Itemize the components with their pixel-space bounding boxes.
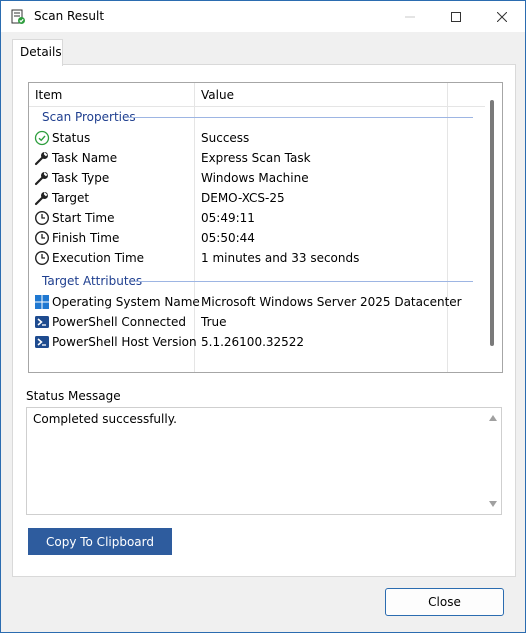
- group-divider: [134, 281, 473, 282]
- wrench-icon: [34, 150, 50, 166]
- item-value: 5.1.26100.32522: [201, 335, 305, 349]
- close-button[interactable]: Close: [385, 588, 504, 616]
- item-name: PowerShell Host Version: [52, 335, 197, 349]
- item-value: 1 minutes and 33 seconds: [201, 251, 360, 265]
- scan-result-window: Scan Result Details Item Value Scan Prop…: [0, 0, 526, 633]
- status-message-box[interactable]: Completed successfully.: [26, 407, 502, 515]
- maximize-button[interactable]: [433, 1, 479, 32]
- minimize-icon: [405, 16, 415, 17]
- item-name: Execution Time: [52, 251, 145, 265]
- column-header-item[interactable]: Item: [35, 88, 62, 102]
- clock-icon: [34, 210, 50, 226]
- item-value: Microsoft Windows Server 2025 Datacenter: [201, 295, 462, 309]
- tab-details[interactable]: Details: [12, 39, 63, 66]
- scan-report-icon: [10, 9, 26, 25]
- window-title: Scan Result: [34, 9, 105, 23]
- group-header-target-attributes: Target Attributes: [42, 274, 143, 288]
- copy-to-clipboard-button[interactable]: Copy To Clipboard: [28, 528, 172, 555]
- scroll-up-icon[interactable]: [489, 415, 497, 421]
- item-name: Operating System Name: [52, 295, 200, 309]
- item-value: True: [201, 315, 227, 329]
- item-name: Task Type: [52, 171, 110, 185]
- item-name: Finish Time: [52, 231, 120, 245]
- title-bar[interactable]: Scan Result: [1, 1, 525, 32]
- column-divider[interactable]: [447, 83, 448, 372]
- list-scroll-thumb[interactable]: [490, 100, 494, 346]
- column-divider[interactable]: [194, 83, 195, 372]
- powershell-icon: [34, 334, 50, 350]
- status-message-label: Status Message: [26, 389, 121, 403]
- clock-icon: [34, 230, 50, 246]
- group-header-scan-properties: Scan Properties: [42, 110, 136, 124]
- status-scrollbar[interactable]: [484, 408, 501, 514]
- list-scrollbar[interactable]: [485, 83, 502, 372]
- wrench-icon: [34, 170, 50, 186]
- item-value: 05:49:11: [201, 211, 255, 225]
- wrench-icon: [34, 190, 50, 206]
- item-name: Task Name: [52, 151, 118, 165]
- close-window-button[interactable]: [479, 1, 525, 32]
- group-divider: [127, 117, 473, 118]
- windows-logo-icon: [34, 294, 50, 310]
- properties-list[interactable]: Item Value Scan Properties Status Succes…: [28, 82, 503, 373]
- status-message-text: Completed successfully.: [33, 412, 177, 426]
- item-name: PowerShell Connected: [52, 315, 186, 329]
- item-value: DEMO-XCS-25: [201, 191, 285, 205]
- item-name: Status: [52, 131, 91, 145]
- item-value: Express Scan Task: [201, 151, 311, 165]
- item-value: Success: [201, 131, 250, 145]
- scroll-down-icon[interactable]: [489, 501, 497, 507]
- item-name: Start Time: [52, 211, 115, 225]
- list-header: Item Value: [29, 83, 485, 107]
- tab-details-label: Details: [20, 45, 62, 59]
- column-header-value[interactable]: Value: [201, 88, 234, 102]
- success-check-icon: [34, 130, 50, 146]
- minimize-button[interactable]: [387, 1, 433, 32]
- item-value: 05:50:44: [201, 231, 255, 245]
- clock-icon: [34, 250, 50, 266]
- maximize-icon: [451, 11, 461, 22]
- item-value: Windows Machine: [201, 171, 309, 185]
- powershell-icon: [34, 314, 50, 330]
- close-icon: [497, 11, 507, 22]
- item-name: Target: [52, 191, 90, 205]
